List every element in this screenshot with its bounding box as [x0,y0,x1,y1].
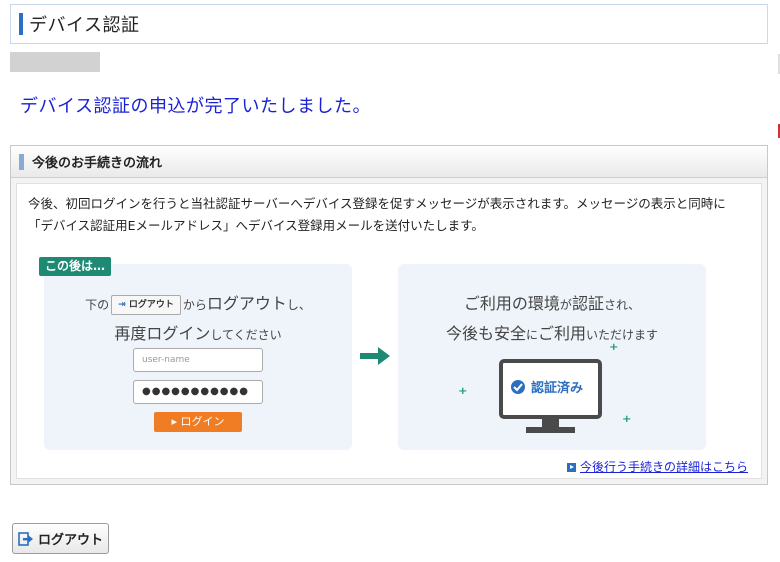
panel-header: 今後のお手続きの流れ [11,146,767,178]
page-title: デバイス認証 [29,15,140,36]
next-steps-panel: 今後のお手続きの流れ 今後、初回ログインを行うと当社認証サーバーへデバイス登録を… [10,145,768,485]
panel-header-bar [19,153,24,170]
step2-line2: 今後も安全にご利用いただけます [398,320,706,344]
logout-button[interactable]: ログアウト [12,523,109,554]
step1-line1: 下の ⇥ ログアウト からログアウトし、 [44,290,352,315]
header-accent-bar [19,13,23,35]
step2-l2-a: 今後も安全 [445,324,526,343]
step1-big: ログアウト [206,294,287,313]
step2-l1-b: が [559,298,572,312]
sparkle-icon: ⁺ [458,384,468,405]
step1-mid: から [182,298,207,312]
step2-l1-c: 認証 [571,294,604,313]
sparkle-icon: ⁺ [609,340,619,361]
sparkle-icon: ⁺ [622,412,632,433]
step1-suffix: し、 [286,298,311,312]
sample-login-button: ▸ ログイン [154,412,242,432]
mini-logout-button: ⇥ ログアウト [111,294,181,315]
panel-title: 今後のお手続きの流れ [32,156,163,171]
password-sample-field: ●●●●●●●●●●● [133,380,263,404]
step2-l2-d: いただけます [586,328,659,342]
redacted-block [10,52,100,72]
step2-illustration: ご利用の環境が認証され、 今後も安全にご利用いただけます 認証済み ⁺ ⁺ ⁺ [398,264,706,450]
step1-line2: 再度ログインしてください [44,320,352,344]
monitor-icon: 認証済み [499,359,602,433]
panel-description: 今後、初回ログインを行うと当社認証サーバーへデバイス登録を促すメッセージが表示さ… [28,196,726,233]
step1-pre: 下の [85,298,110,312]
step1-line2-big: 再度ログイン [114,324,211,343]
step1-illustration: 下の ⇥ ログアウト からログアウトし、 再度ログインしてください user-nam… [44,264,352,450]
step2-l1-a: ご利用の環境 [463,294,560,313]
step2-line1: ご利用の環境が認証され、 [398,290,706,314]
step2-l2-c: ご利用 [538,324,587,343]
username-sample-field: user-name [133,348,263,372]
monitor-label: 認証済み [531,380,583,396]
logout-button-label: ログアウト [37,533,103,548]
logout-icon [18,531,34,546]
completion-message: デバイス認証の申込が完了いたしました。 [20,96,371,117]
details-link-label: 今後行う手続きの詳細はこちら [580,460,749,474]
link-arrow-icon [567,463,576,472]
panel-body: 今後、初回ログインを行うと当社認証サーバーへデバイス登録を促すメッセージが表示さ… [16,183,762,479]
next-badge: この後は… [39,257,112,276]
page-header: デバイス認証 [10,4,768,44]
mini-logout-label: ログアウト [128,299,174,310]
step2-l1-d: され、 [603,298,641,312]
step1-line2-small: してください [210,328,282,342]
logout-icon: ⇥ [118,299,126,310]
details-link[interactable]: 今後行う手続きの詳細はこちら [567,458,748,475]
step2-l2-b: に [525,328,538,342]
arrow-right-icon [360,347,390,365]
